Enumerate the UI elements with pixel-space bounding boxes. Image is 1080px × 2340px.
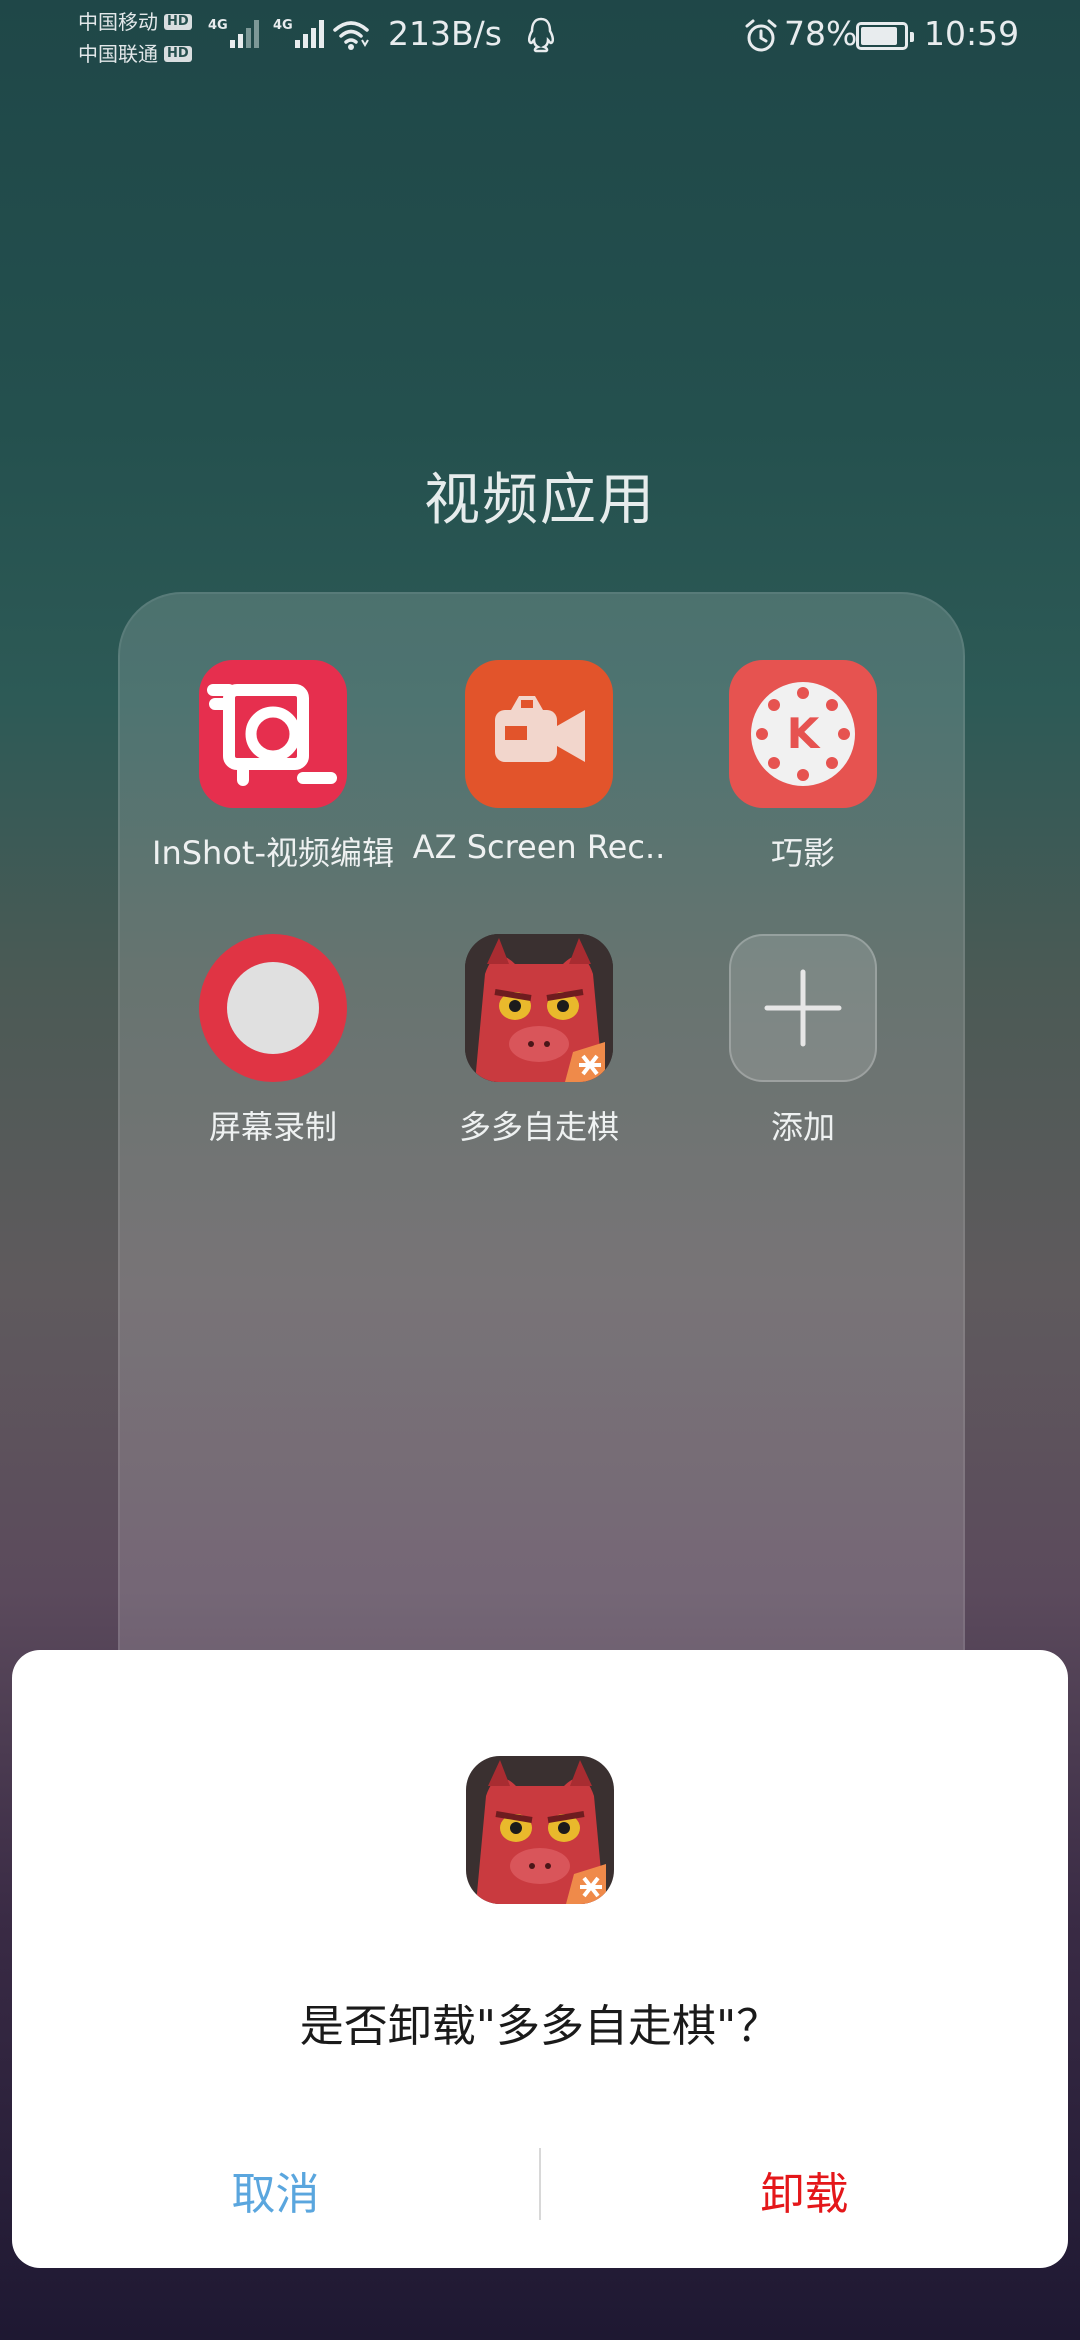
- app-label: AZ Screen Rec..: [412, 828, 666, 866]
- uninstall-dialog: 是否卸载"多多自走棋"？ 取消 卸载: [12, 1650, 1068, 2268]
- game-monster-icon: [466, 1756, 614, 1904]
- hd-badge-2: HD: [164, 46, 192, 62]
- status-bar: 中国移动 HD 中国联通 HD 4G 4G 213B/s 78% 10:59: [0, 0, 1080, 74]
- carrier-2: 中国联通: [78, 42, 158, 66]
- signal-icon: 4G: [208, 18, 259, 48]
- clock: 10:59: [924, 14, 1020, 53]
- carrier-1: 中国移动: [78, 10, 158, 34]
- app-az-screen-recorder[interactable]: AZ Screen Rec..: [409, 660, 669, 866]
- network-speed: 213B/s: [388, 14, 502, 53]
- plus-icon: [729, 934, 877, 1082]
- app-label: InShot-视频编辑: [152, 834, 394, 872]
- record-icon: [199, 934, 347, 1082]
- add-app-button[interactable]: 添加: [673, 934, 933, 1148]
- hd-badge-1: HD: [164, 14, 192, 30]
- game-monster-icon: [465, 934, 613, 1082]
- battery-icon: [856, 22, 914, 50]
- dialog-message: 是否卸载"多多自走棋"？: [299, 2001, 781, 2052]
- carrier-info: 中国移动 HD 中国联通 HD: [78, 6, 192, 70]
- app-label: 多多自走棋: [458, 1108, 619, 1146]
- app-label: 添加: [770, 1108, 835, 1146]
- inshot-icon: [199, 660, 347, 808]
- network-type-2: 4G: [273, 18, 293, 33]
- cancel-button[interactable]: 取消: [12, 2158, 539, 2222]
- folder-title[interactable]: 视频应用: [0, 455, 1080, 536]
- battery-fill: [861, 27, 897, 45]
- alarm-icon: [745, 19, 777, 52]
- kinemaster-icon: K: [729, 660, 877, 808]
- app-duoduo-autochess[interactable]: 多多自走棋: [409, 934, 669, 1148]
- app-screen-record[interactable]: 屏幕录制: [143, 934, 403, 1148]
- app-label: 屏幕录制: [208, 1108, 337, 1146]
- network-type-1: 4G: [208, 18, 228, 33]
- svg-text:K: K: [787, 709, 821, 758]
- wifi-icon: [333, 21, 369, 50]
- camera-icon: [465, 660, 613, 808]
- uninstall-button[interactable]: 卸载: [541, 2158, 1068, 2222]
- app-label: 巧影: [770, 834, 835, 872]
- signal-icon: 4G: [273, 18, 324, 48]
- signal-icons: 4G 4G: [208, 18, 324, 48]
- app-kinemaster[interactable]: K 巧影: [673, 660, 933, 874]
- qq-icon: [527, 17, 555, 53]
- battery-percent: 78%: [784, 14, 858, 53]
- app-inshot[interactable]: InShot-视频编辑: [143, 660, 403, 874]
